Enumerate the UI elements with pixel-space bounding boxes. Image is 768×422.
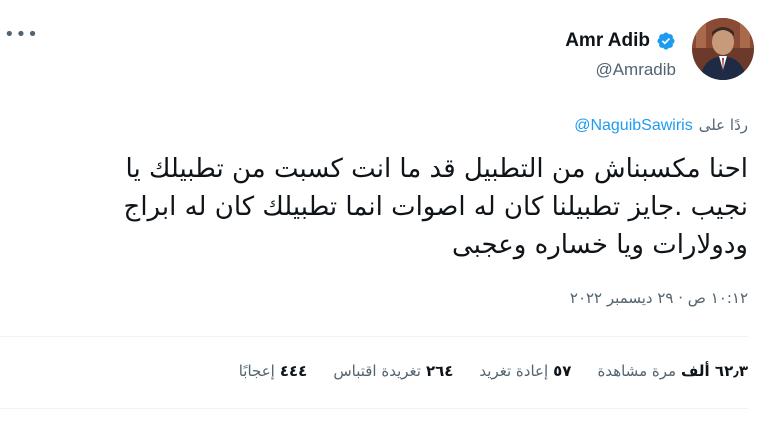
reply-mention-link[interactable]: @NaguibSawiris bbox=[574, 117, 693, 135]
retweets-stat[interactable]: ٥٧ إعادة تغريد bbox=[479, 362, 571, 380]
quotes-stat[interactable]: ٢٦٤ تغريدة اقتباس bbox=[333, 362, 453, 380]
views-count: ٦٢٫٣ ألف bbox=[681, 362, 748, 380]
likes-stat[interactable]: ٤٤٤ إعجابًا bbox=[239, 362, 308, 380]
author-name: Amr Adib bbox=[565, 30, 650, 51]
views-stat[interactable]: ٦٢٫٣ ألف مرة مشاهدة bbox=[597, 362, 748, 380]
retweets-count: ٥٧ bbox=[553, 362, 572, 380]
likes-count: ٤٤٤ bbox=[279, 362, 308, 380]
likes-label: إعجابًا bbox=[238, 362, 275, 380]
quotes-count: ٢٦٤ bbox=[425, 362, 454, 380]
verified-badge-icon bbox=[657, 32, 675, 50]
views-label: مرة مشاهدة bbox=[597, 362, 677, 380]
avatar[interactable] bbox=[692, 18, 754, 80]
tweet-text: احنا مكسبناش من التطبيل قد ما انت كسبت م… bbox=[123, 154, 748, 260]
author-name-row[interactable]: Amr Adib bbox=[565, 30, 676, 52]
author-handle[interactable]: @Amradib bbox=[595, 60, 676, 80]
quotes-label: تغريدة اقتباس bbox=[333, 362, 421, 380]
divider bbox=[0, 408, 748, 409]
reply-prefix: ردًا على bbox=[698, 116, 748, 134]
tweet-stats: ٦٢٫٣ ألف مرة مشاهدة ٥٧ إعادة تغريد ٢٦٤ ت… bbox=[239, 362, 748, 380]
retweets-label: إعادة تغريد bbox=[479, 362, 549, 380]
avatar-image bbox=[692, 18, 754, 80]
tweet-timestamp[interactable]: ١٠:١٢ ص · ٢٩ ديسمبر ٢٠٢٢ bbox=[570, 289, 748, 307]
more-options-icon[interactable]: ••• bbox=[4, 24, 39, 45]
reply-context: ردًا على @NaguibSawiris bbox=[574, 116, 748, 135]
divider bbox=[0, 336, 748, 337]
